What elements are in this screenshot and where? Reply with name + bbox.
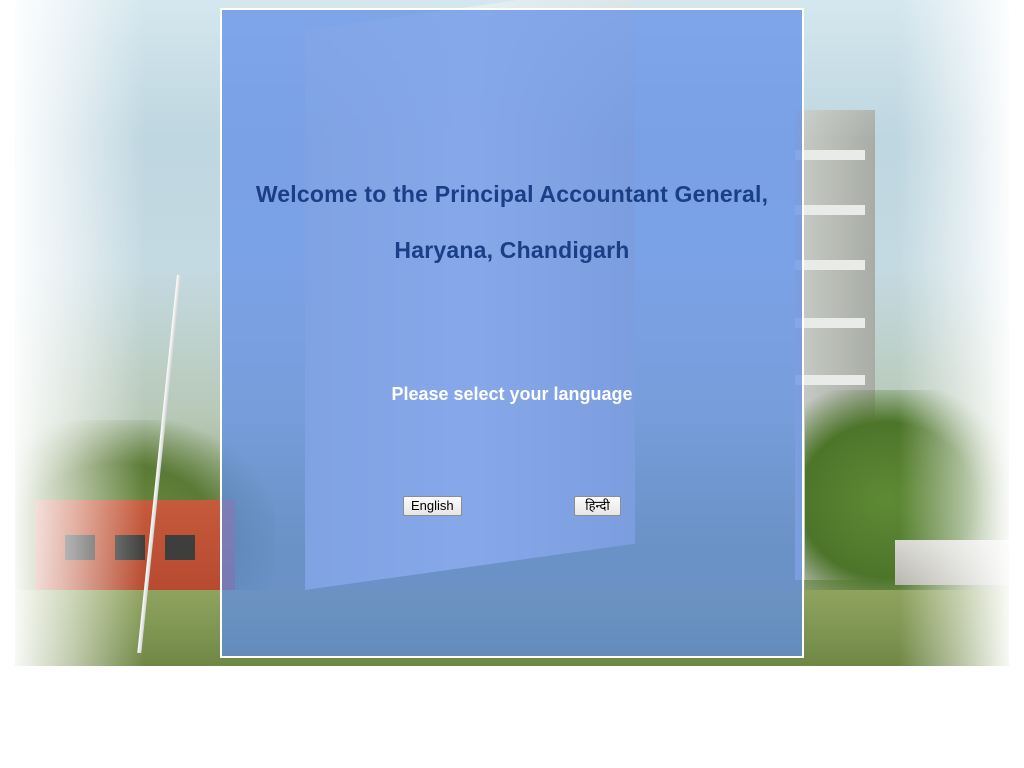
building-ledge [795,375,865,385]
wall-window [165,535,195,560]
hindi-button[interactable]: हिन्दी [574,496,621,516]
language-prompt: Please select your language [391,384,633,404]
building-ledge [795,205,865,215]
building-ledge [795,318,865,328]
english-button[interactable]: English [403,496,462,516]
welcome-line-2: Haryana, Chandigarh [394,237,630,263]
language-selection-panel: Welcome to the Principal Accountant Gene… [220,8,804,658]
edge-fade-left [15,0,145,666]
welcome-heading: Welcome to the Principal Accountant Gene… [222,166,802,278]
building-ledge [795,150,865,160]
building-ledge [795,260,865,270]
edge-fade-right [899,0,1009,666]
welcome-line-1: Welcome to the Principal Accountant Gene… [255,181,769,207]
